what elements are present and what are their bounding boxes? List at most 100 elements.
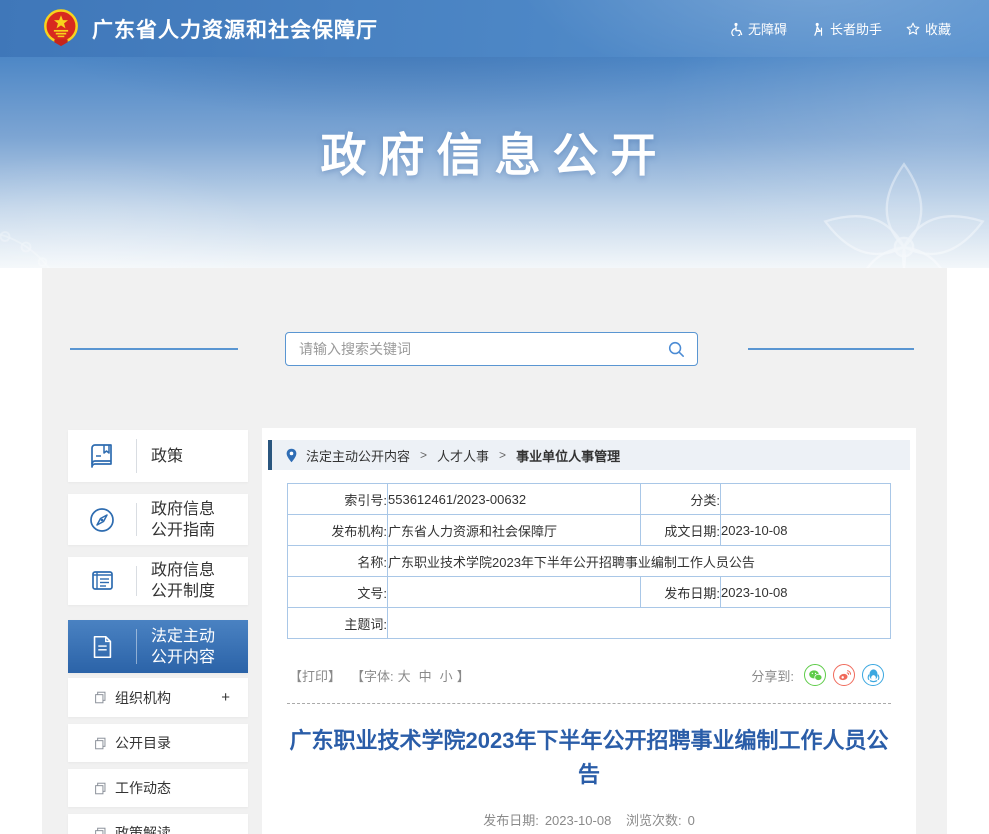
sidebar-subitem-organization[interactable]: 组织机构 +: [68, 678, 248, 717]
accessibility-icon: [731, 22, 743, 36]
pub-date-value: 2023-10-08: [544, 813, 612, 828]
sidebar-item-label: 政府信息公开指南: [151, 500, 216, 539]
share-label: 分享到:: [751, 668, 794, 684]
sidebar-subitem-policy-interpretation[interactable]: 政策解读: [68, 814, 248, 834]
doc-meta-table: 索引号: 553612461/2023-00632 分类: 发布机构: 广东省人…: [287, 483, 891, 639]
breadcrumb: 法定主动公开内容 > 人才人事 > 事业单位人事管理: [268, 440, 910, 470]
meta-label: 名称:: [287, 545, 388, 577]
search-box: [285, 332, 698, 366]
table-row: 文号: 发布日期: 2023-10-08: [287, 576, 891, 608]
sidebar-item-system[interactable]: 政府信息公开制度: [68, 557, 248, 605]
notebook-icon: [68, 566, 136, 596]
book-icon: [68, 441, 136, 471]
sidebar-subitem-label: 政策解读: [115, 825, 171, 834]
meta-label: 主题词:: [287, 607, 388, 639]
sidebar-item-guide[interactable]: 政府信息公开指南: [68, 494, 248, 545]
share-bar: 分享到:: [751, 664, 884, 686]
accessibility-link[interactable]: 无障碍: [729, 19, 787, 38]
meta-value: 2023-10-08: [720, 514, 891, 546]
pages-icon: [95, 782, 106, 794]
meta-value: 2023-10-08: [720, 576, 891, 608]
elder-helper-icon: [814, 22, 823, 36]
breadcrumb-item[interactable]: 法定主动公开内容: [306, 446, 410, 465]
sidebar-item-label: 政府信息公开制度: [151, 562, 216, 600]
breadcrumb-item[interactable]: 人才人事: [437, 446, 489, 465]
meta-value: 553612461/2023-00632: [387, 483, 641, 515]
font-size-small[interactable]: 小: [440, 666, 453, 685]
accessibility-label: 无障碍: [747, 22, 787, 37]
sidebar-item-label: 政策: [151, 447, 184, 465]
elder-helper-label: 长者助手: [829, 22, 882, 37]
meta-label: 发布机构:: [287, 514, 388, 546]
qq-share-button[interactable]: [862, 664, 884, 686]
meta-value: 广东省人力资源和社会保障厅: [387, 514, 641, 546]
meta-value: [387, 576, 641, 608]
print-button[interactable]: 【打印】: [289, 666, 341, 685]
page: 广东省人力资源和社会保障厅 无障碍 长者助手 收藏 政府信息公开 请输入搜索关键…: [0, 0, 989, 834]
dashed-divider: [287, 703, 891, 704]
meta-value: [720, 483, 891, 515]
search-input[interactable]: [286, 341, 667, 357]
font-size-medium[interactable]: 中: [419, 666, 432, 685]
meta-label: 分类:: [640, 483, 721, 515]
breadcrumb-item-current[interactable]: 事业单位人事管理: [516, 446, 620, 465]
meta-label: 文号:: [287, 576, 388, 608]
table-row: 发布机构: 广东省人力资源和社会保障厅 成文日期: 2023-10-08: [287, 514, 891, 546]
weibo-share-button[interactable]: [833, 664, 855, 686]
top-header: 广东省人力资源和社会保障厅 无障碍 长者助手 收藏: [0, 0, 989, 57]
main-card: 政策 政府信息公开指南: [42, 268, 947, 834]
meta-value: 广东职业技术学院2023年下半年公开招聘事业编制工作人员公告: [387, 545, 891, 577]
table-row: 索引号: 553612461/2023-00632 分类:: [287, 483, 891, 515]
meta-label: 发布日期:: [640, 576, 721, 608]
content-panel: 法定主动公开内容 > 人才人事 > 事业单位人事管理 索引号: 55361246…: [262, 428, 916, 834]
pages-icon: [95, 737, 106, 749]
location-pin-icon: [286, 448, 297, 462]
font-size-large[interactable]: 大: [398, 666, 411, 685]
national-emblem-logo: [44, 8, 78, 46]
sidebar-subitem-work-news[interactable]: 工作动态: [68, 769, 248, 807]
expand-plus-icon[interactable]: +: [221, 689, 230, 706]
favorite-label: 收藏: [924, 22, 951, 37]
font-size-close: 】: [456, 668, 470, 684]
elder-helper-link[interactable]: 长者助手: [811, 19, 882, 38]
header-links: 无障碍 长者助手 收藏: [729, 0, 951, 57]
breadcrumb-separator: >: [499, 448, 507, 462]
decorative-line-right: [748, 348, 914, 350]
article-title: 广东职业技术学院2023年下半年公开招聘事业编制工作人员公告: [289, 728, 889, 787]
breadcrumb-separator: >: [420, 448, 428, 462]
flower-decoration-small: [0, 231, 50, 268]
sidebar-item-label: 法定主动公开内容: [151, 627, 216, 666]
site-brand[interactable]: 广东省人力资源和社会保障厅: [42, 0, 378, 57]
wechat-icon: [808, 669, 822, 681]
meta-value: [387, 607, 891, 639]
wechat-share-button[interactable]: [804, 664, 826, 686]
article-meta: 发布日期: 2023-10-08 浏览次数: 0: [287, 810, 891, 829]
pages-icon: [95, 827, 106, 834]
favorite-link[interactable]: 收藏: [906, 19, 951, 38]
views-value: 0: [687, 813, 695, 828]
views-label: 浏览次数:: [625, 813, 682, 828]
meta-label: 索引号:: [287, 483, 388, 515]
sidebar-item-policy[interactable]: 政策: [68, 430, 248, 482]
document-icon: [68, 633, 136, 661]
sidebar-item-statutory-disclosure[interactable]: 法定主动公开内容: [68, 620, 248, 673]
star-icon: [906, 22, 920, 35]
search-icon: [668, 341, 684, 357]
search-button[interactable]: [667, 340, 697, 358]
pub-date-label: 发布日期:: [483, 813, 539, 828]
sidebar-subitem-label: 组织机构: [115, 689, 171, 706]
table-row: 主题词:: [287, 607, 891, 639]
site-title: 广东省人力资源和社会保障厅: [92, 18, 378, 42]
qq-icon: [867, 668, 879, 682]
banner-title: 政府信息公开: [320, 129, 669, 181]
pages-icon: [95, 691, 106, 704]
sidebar-subitem-catalog[interactable]: 公开目录: [68, 724, 248, 762]
compass-icon: [68, 505, 136, 535]
sidebar-subitem-label: 公开目录: [115, 735, 171, 751]
font-size-open: 【字体:: [351, 668, 394, 684]
meta-label: 成文日期:: [640, 514, 721, 546]
sidebar-subitem-label: 工作动态: [115, 780, 171, 796]
table-row: 名称: 广东职业技术学院2023年下半年公开招聘事业编制工作人员公告: [287, 545, 891, 577]
decorative-line-left: [70, 348, 238, 350]
article-toolbar: 【打印】 【字体: 大 中 小 】 分享到:: [289, 663, 889, 687]
